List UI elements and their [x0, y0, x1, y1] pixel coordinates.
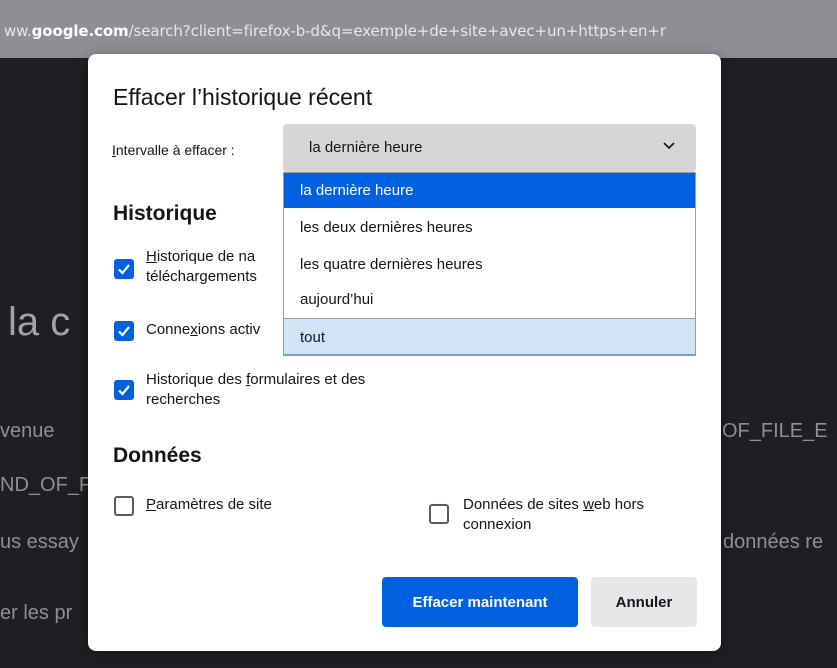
site-settings-checkbox[interactable] — [114, 496, 134, 516]
background-heading: la c — [8, 300, 71, 344]
history-checkbox-label: Historique de na téléchargements — [146, 248, 257, 285]
history-section-title: Historique — [113, 202, 217, 225]
dropdown-option[interactable]: aujourd’hui — [284, 282, 695, 317]
chevron-down-icon — [663, 142, 675, 150]
background-text: OF_FILE_E — [722, 420, 828, 442]
time-range-value: la dernière heure — [309, 139, 423, 156]
background-text: venue — [0, 420, 55, 442]
data-section-title: Données — [113, 444, 202, 467]
check-icon — [118, 326, 130, 337]
dropdown-option[interactable]: les quatre dernières heures — [284, 247, 695, 282]
clear-now-button[interactable]: Effacer maintenant — [382, 577, 578, 627]
forms-checkbox[interactable] — [114, 380, 134, 400]
background-text: er les pr — [0, 602, 73, 624]
dropdown-option[interactable]: les deux dernières heures — [284, 210, 695, 245]
url-text: ww.google.com/search?client=firefox-b-d&… — [4, 22, 666, 40]
logins-checkbox-label: Connexions activ — [146, 321, 261, 338]
dropdown-option[interactable]: la dernière heure — [284, 173, 695, 208]
logins-checkbox[interactable] — [114, 321, 134, 341]
history-checkbox[interactable] — [114, 259, 134, 279]
offline-data-checkbox[interactable] — [429, 504, 449, 524]
range-label: Intervalle à effacer : — [112, 142, 235, 158]
url-bar[interactable]: ww.google.com/search?client=firefox-b-d&… — [0, 0, 837, 58]
dropdown-option[interactable]: tout — [284, 318, 695, 355]
time-range-select[interactable]: la dernière heure — [283, 124, 696, 172]
background-text: ND_OF_F — [0, 474, 92, 496]
time-range-dropdown: la dernière heure les deux dernières heu… — [283, 172, 696, 356]
dialog-title: Effacer l’historique récent — [113, 84, 373, 110]
check-icon — [118, 264, 130, 275]
background-text: données re — [723, 531, 824, 553]
site-settings-checkbox-label: Paramètres de site — [146, 496, 272, 513]
forms-checkbox-label: Historique des formulaires et des recherc… — [146, 371, 366, 408]
cancel-button[interactable]: Annuler — [591, 577, 697, 627]
check-icon — [118, 385, 130, 396]
background-text: us essay — [0, 531, 79, 553]
offline-data-checkbox-label: Données de sites web hors connexion — [463, 496, 644, 533]
